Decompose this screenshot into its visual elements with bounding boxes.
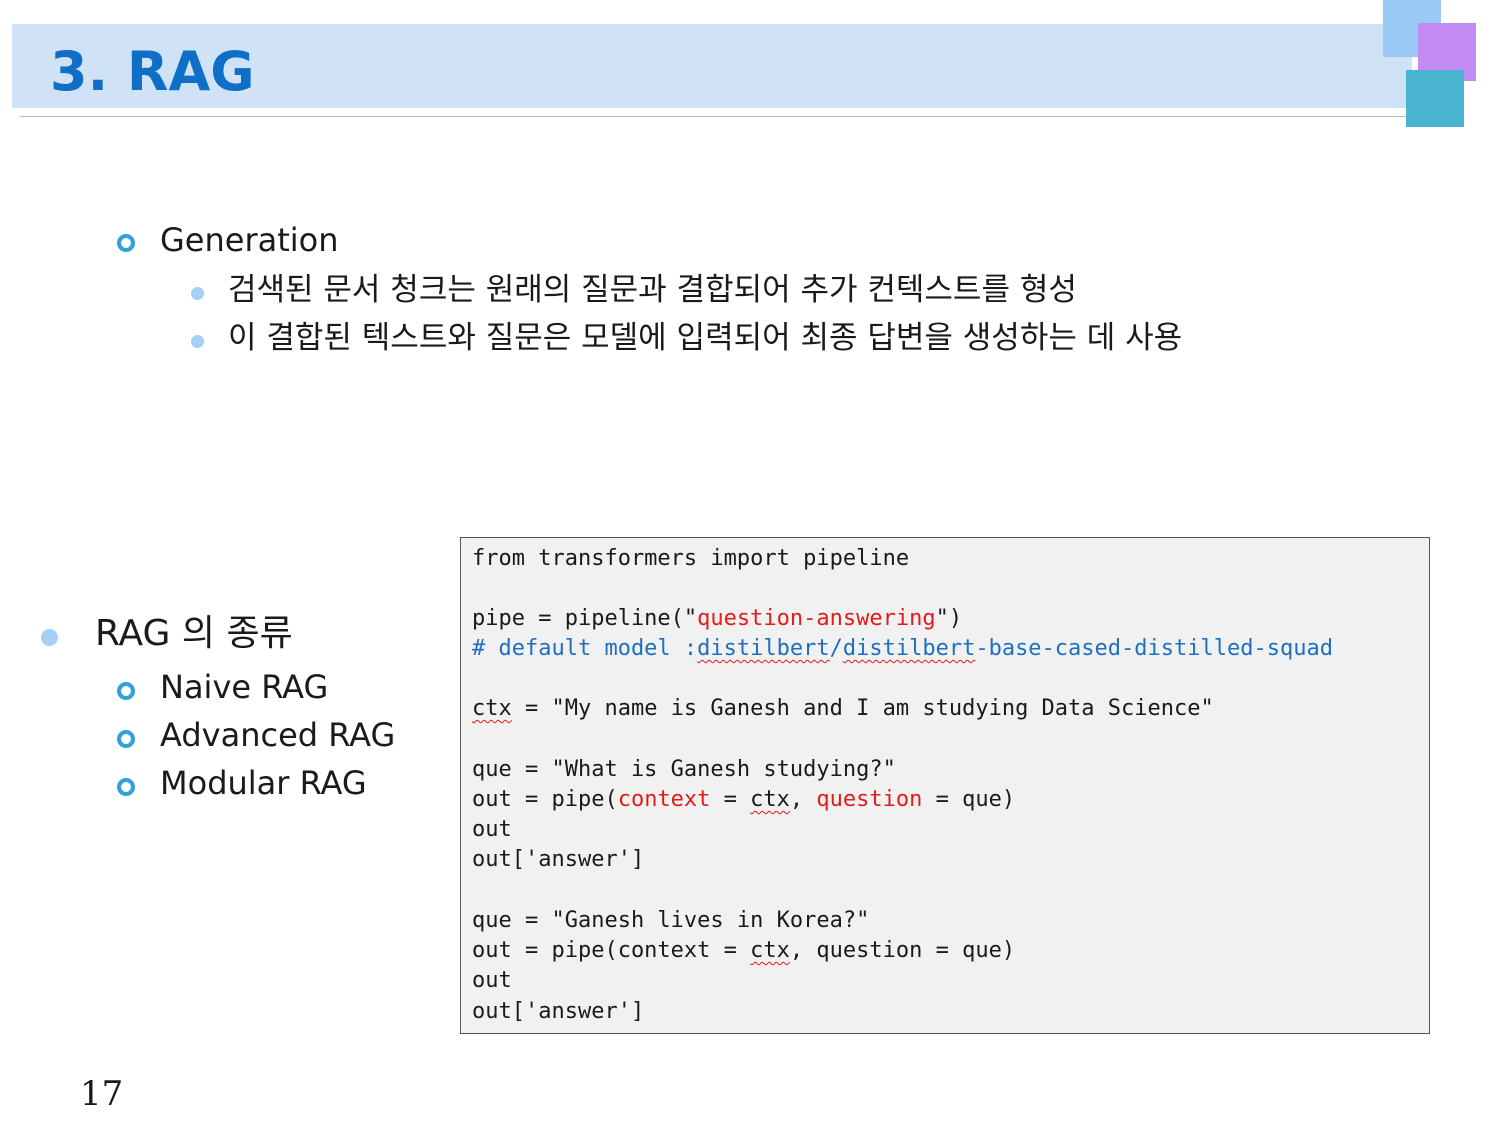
dot-bullet-icon (41, 629, 58, 646)
rag-types-heading: RAG 의 종류 (95, 613, 293, 654)
rag-type-item: Modular RAG (160, 764, 367, 802)
code-comment-line: # default model :distilbert/distilbert-b… (472, 636, 1333, 661)
dot-bullet-icon (191, 335, 204, 348)
code-line: ctx = "My name is Ganesh and I am studyi… (472, 696, 1214, 721)
code-line: from transformers import pipeline (472, 546, 910, 571)
slide-title: 3. RAG (50, 40, 255, 103)
ring-bullet-icon (117, 730, 135, 748)
generation-bullet-2: 이 결합된 텍스트와 질문은 모델에 입력되어 최종 답변을 생성하는 데 사용 (228, 320, 1183, 356)
rag-type-item: Naive RAG (160, 668, 329, 706)
rag-type-item: Advanced RAG (160, 716, 396, 754)
code-line: out (472, 817, 512, 842)
title-divider (20, 116, 1410, 117)
ring-bullet-icon (117, 778, 135, 796)
code-line: out = pipe(context = ctx, question = que… (472, 938, 1016, 963)
generation-bullet-1: 검색된 문서 청크는 원래의 질문과 결합되어 추가 컨텍스트를 형성 (228, 272, 1077, 308)
dot-bullet-icon (191, 287, 204, 300)
code-line: que = "What is Ganesh studying?" (472, 757, 896, 782)
page-number: 17 (80, 1074, 124, 1114)
code-line: out = pipe(context = ctx, question = que… (472, 787, 1016, 812)
generation-heading: Generation (160, 221, 339, 259)
ring-bullet-icon (117, 682, 135, 700)
code-block: from transformers import pipeline pipe =… (460, 537, 1430, 1034)
decor-square-teal (1406, 70, 1464, 127)
code-line: que = "Ganesh lives in Korea?" (472, 908, 870, 933)
code-line: pipe = pipeline("question-answering") (472, 606, 963, 631)
ring-bullet-icon (117, 234, 135, 252)
code-line: out (472, 968, 512, 993)
code-line: out['answer'] (472, 847, 645, 872)
code-line: out['answer'] (472, 999, 645, 1024)
